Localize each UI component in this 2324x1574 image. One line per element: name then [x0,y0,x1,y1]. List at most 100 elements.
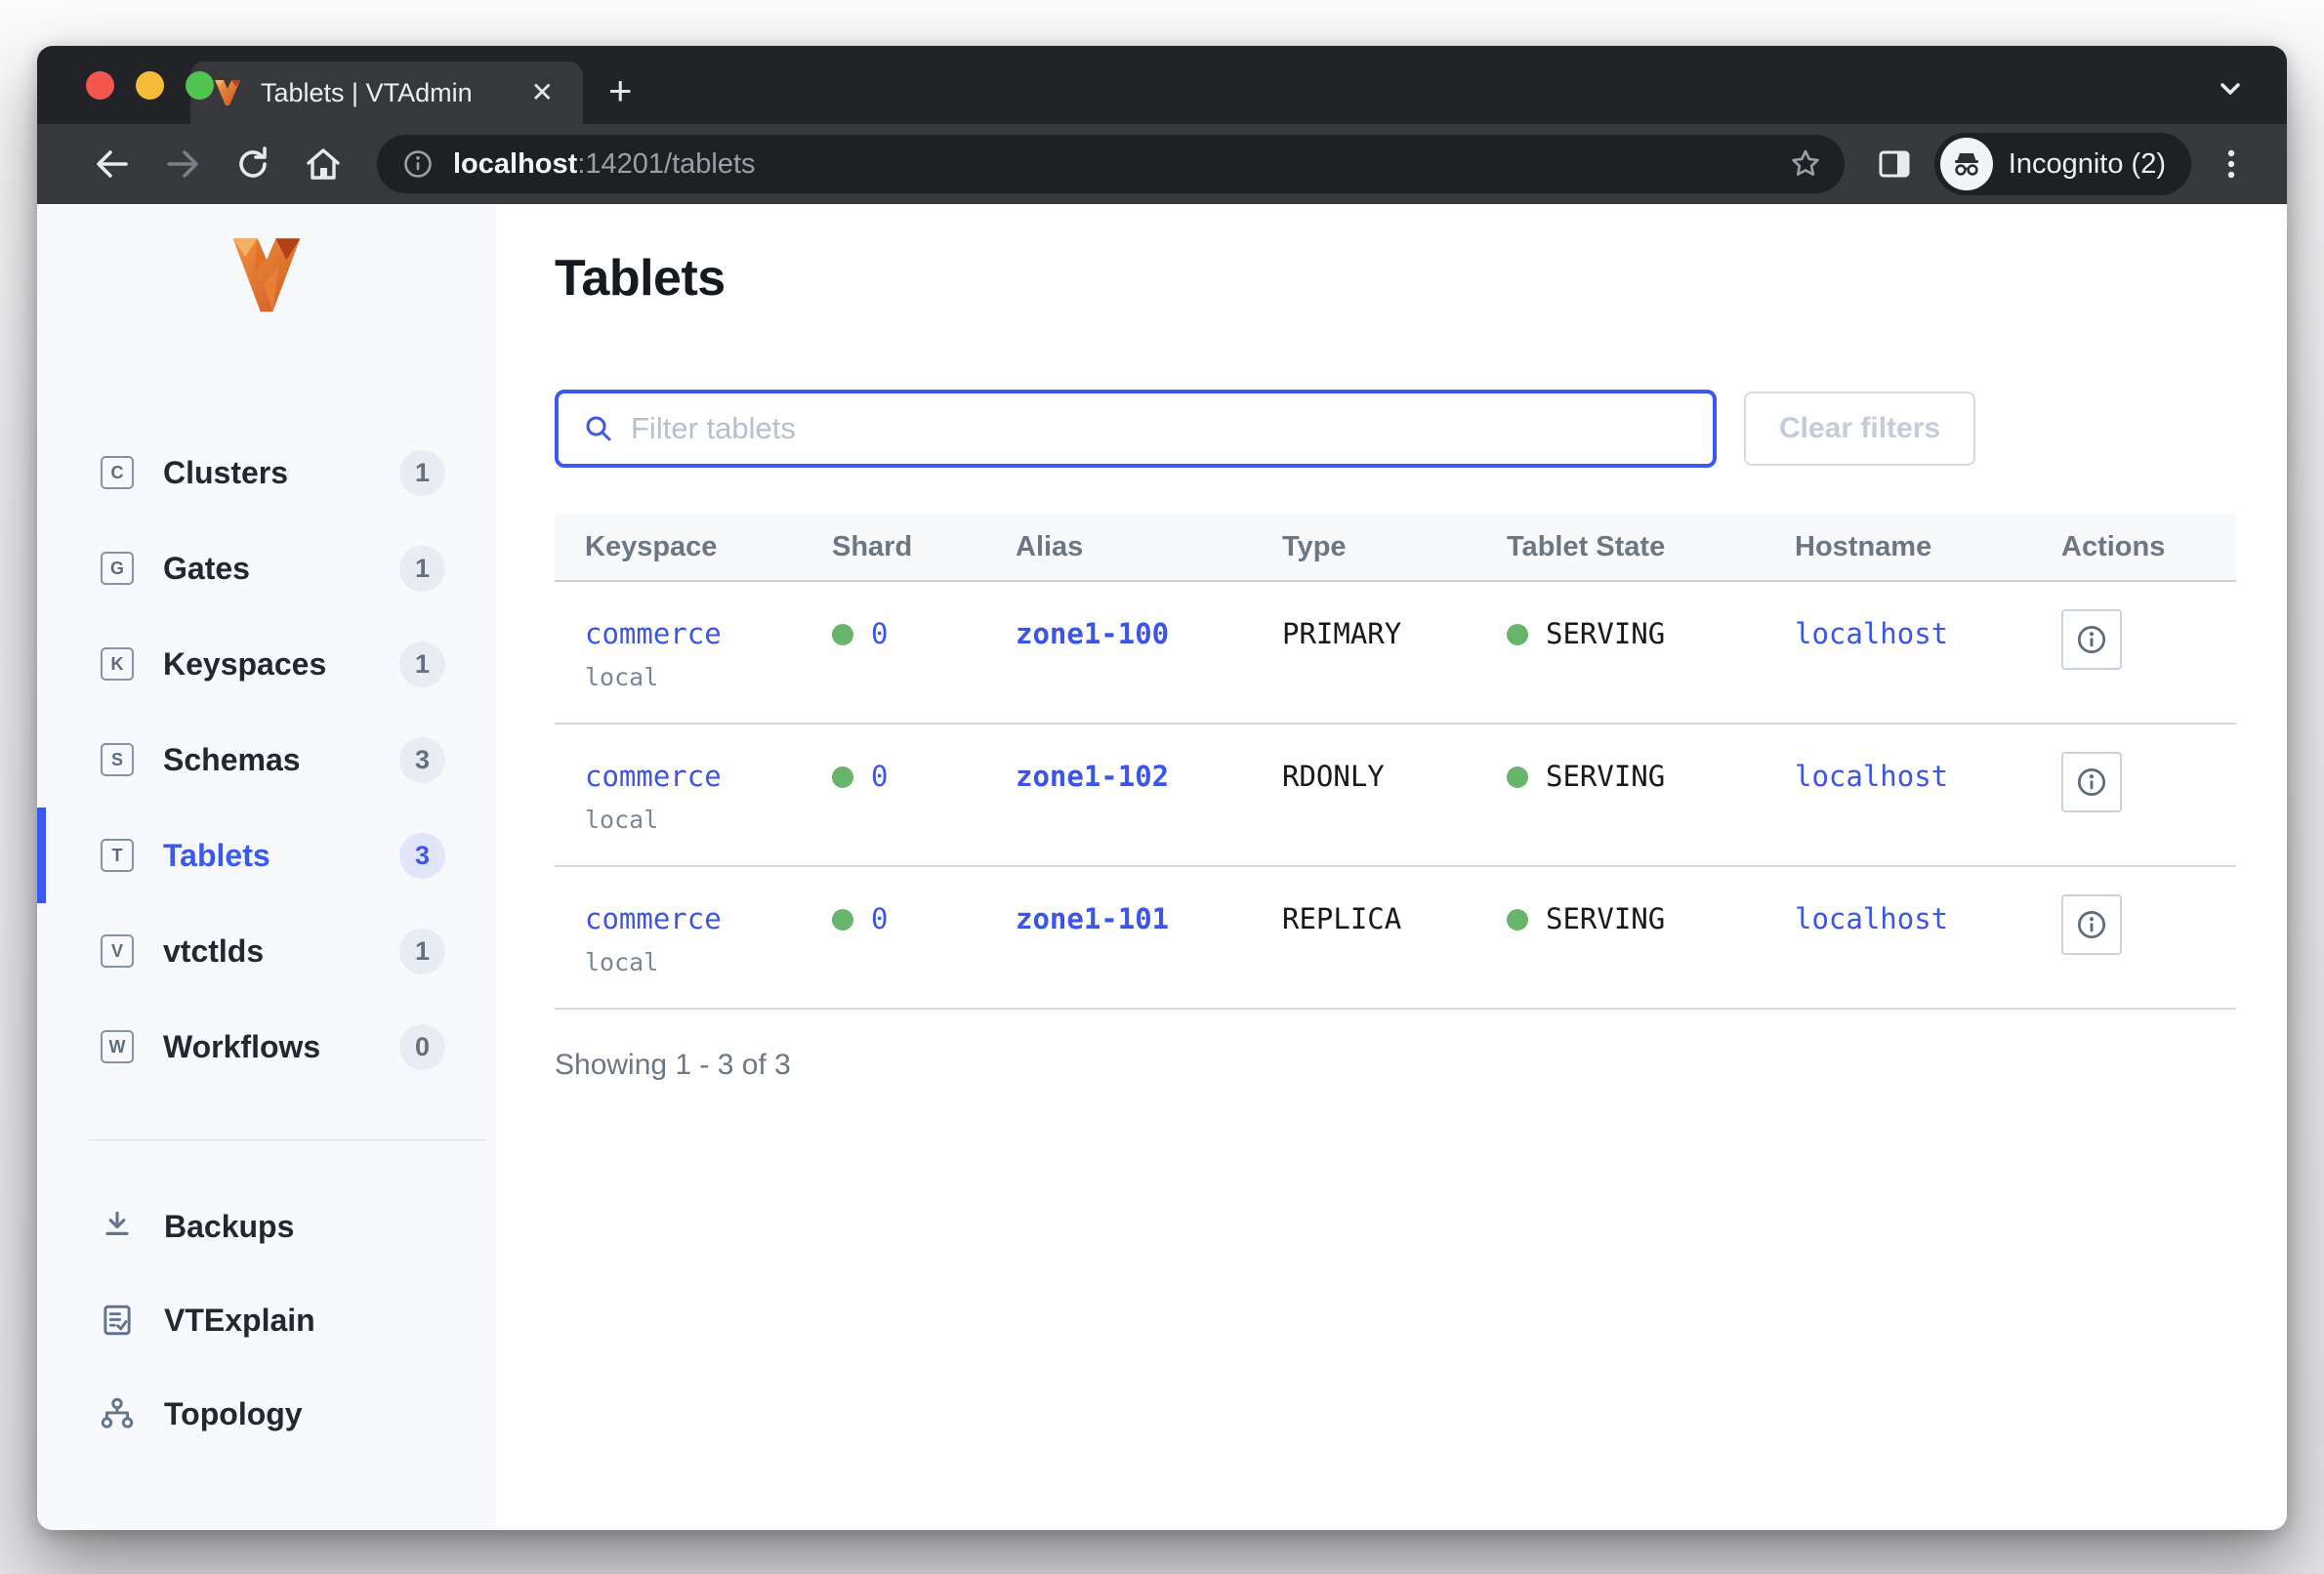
tablet-state-cell: SERVING [1507,617,1795,723]
info-icon [2073,906,2110,943]
shard-cell: 0 [832,902,1016,1008]
sidebar-item-tablets[interactable]: T Tablets 3 [37,808,496,903]
tab-strip: Tablets | VTAdmin ✕ + [37,46,2287,124]
workflows-icon: W [101,1030,134,1063]
sidebar-item-workflows[interactable]: W Workflows 0 [37,999,496,1095]
sidebar-item-vtexplain[interactable]: VTExplain [37,1273,496,1367]
tablet-state-cell: SERVING [1507,902,1795,1008]
shard-link[interactable]: 0 [871,760,888,793]
column-header-alias: Alias [1016,531,1282,563]
tab-title: Tablets | VTAdmin [261,78,523,108]
tablets-icon: T [101,839,134,872]
tablet-info-button[interactable] [2061,894,2122,955]
hostname-cell: localhost [1795,902,2061,1008]
sidebar-item-keyspaces[interactable]: K Keyspaces 1 [37,616,496,712]
incognito-label: Incognito (2) [2009,148,2166,181]
sidebar-item-label: Topology [164,1396,303,1432]
sidebar-item-label: vtctlds [163,933,399,970]
sidebar-item-label: Backups [164,1209,294,1245]
clear-filters-button[interactable]: Clear filters [1744,392,1975,466]
info-icon [2073,764,2110,801]
new-tab-button[interactable]: + [608,67,633,114]
count-badge: 1 [399,546,445,592]
gates-icon: G [101,552,134,585]
actions-cell [2061,760,2236,865]
actions-cell [2061,902,2236,1008]
hostname-link[interactable]: localhost [1795,902,1948,935]
alias-link[interactable]: zone1-102 [1016,760,1169,793]
tab-search-chevron-icon[interactable] [2211,69,2250,108]
vitess-favicon [212,77,243,108]
alias-link[interactable]: zone1-101 [1016,902,1169,935]
keyspace-cell: commerce local [585,760,832,865]
column-header-tablet-state: Tablet State [1507,531,1795,563]
hostname-cell: localhost [1795,617,2061,723]
side-panel-icon[interactable] [1864,134,1925,194]
count-badge: 1 [399,642,445,687]
column-header-shard: Shard [832,531,1016,563]
keyspace-link[interactable]: commerce [585,760,722,793]
tablet-info-button[interactable] [2061,609,2122,670]
keyspace-link[interactable]: commerce [585,902,722,935]
serving-status-dot [1507,766,1528,788]
cluster-name: local [585,663,832,691]
tablets-table: Keyspace Shard Alias Type Tablet State H… [555,514,2236,1010]
hostname-link[interactable]: localhost [1795,617,1948,650]
table-header-row: Keyspace Shard Alias Type Tablet State H… [555,514,2236,582]
sidebar-item-vtctlds[interactable]: V vtctlds 1 [37,903,496,999]
sidebar-item-gates[interactable]: G Gates 1 [37,520,496,616]
shard-cell: 0 [832,617,1016,723]
column-header-type: Type [1282,531,1507,563]
type-cell: PRIMARY [1282,617,1507,723]
window-close-button[interactable] [86,71,114,100]
tablet-info-button[interactable] [2061,752,2122,812]
info-icon [2073,621,2110,658]
bookmark-star-icon[interactable] [1786,145,1825,184]
shard-cell: 0 [832,760,1016,865]
search-icon [582,412,615,445]
cluster-name: local [585,948,832,976]
incognito-profile-chip[interactable]: Incognito (2) [1934,133,2191,195]
page-content: C Clusters 1 G Gates 1 K Keyspaces 1 S S… [37,204,2287,1530]
sidebar-item-label: Gates [163,551,399,587]
topology-icon [98,1395,137,1432]
sidebar-item-clusters[interactable]: C Clusters 1 [37,425,496,520]
browser-menu-icon[interactable] [2201,134,2262,194]
back-icon[interactable] [82,134,143,194]
filter-tablets-input[interactable] [631,411,1689,446]
keyspace-cell: commerce local [585,617,832,723]
download-icon [98,1208,137,1245]
vtctlds-icon: V [101,934,134,968]
window-minimize-button[interactable] [136,71,164,100]
tab-close-icon[interactable]: ✕ [523,75,561,110]
sidebar-item-label: Clusters [163,455,399,491]
table-row: commerce local 0 zone1-101 REPLICA SERVI… [555,867,2236,1010]
reload-icon[interactable] [223,134,283,194]
alias-cell: zone1-101 [1016,902,1282,1008]
home-icon[interactable] [293,134,353,194]
keyspace-link[interactable]: commerce [585,617,722,650]
shard-link[interactable]: 0 [871,617,888,650]
serving-status-dot [1507,909,1528,931]
count-badge: 1 [399,450,445,496]
forward-icon[interactable] [152,134,213,194]
site-info-icon[interactable] [400,146,436,182]
hostname-link[interactable]: localhost [1795,760,1948,793]
sidebar-item-backups[interactable]: Backups [37,1180,496,1273]
url-bar[interactable]: localhost:14201/tablets [377,135,1845,193]
browser-tab[interactable]: Tablets | VTAdmin ✕ [190,62,583,124]
count-badge: 3 [399,737,445,783]
page-title: Tablets [555,249,2236,308]
window-zoom-button[interactable] [186,71,214,100]
tablet-state-cell: SERVING [1507,760,1795,865]
filter-input-container [555,390,1717,468]
shard-link[interactable]: 0 [871,902,888,935]
sidebar-item-topology[interactable]: Topology [37,1367,496,1461]
browser-toolbar: localhost:14201/tablets Incognito (2) [37,124,2287,204]
sidebar-item-schemas[interactable]: S Schemas 3 [37,712,496,808]
count-badge: 1 [399,929,445,974]
document-check-icon [98,1302,137,1339]
alias-link[interactable]: zone1-100 [1016,617,1169,650]
vitess-logo [218,228,315,335]
pagination-status: Showing 1 - 3 of 3 [555,1049,2236,1082]
